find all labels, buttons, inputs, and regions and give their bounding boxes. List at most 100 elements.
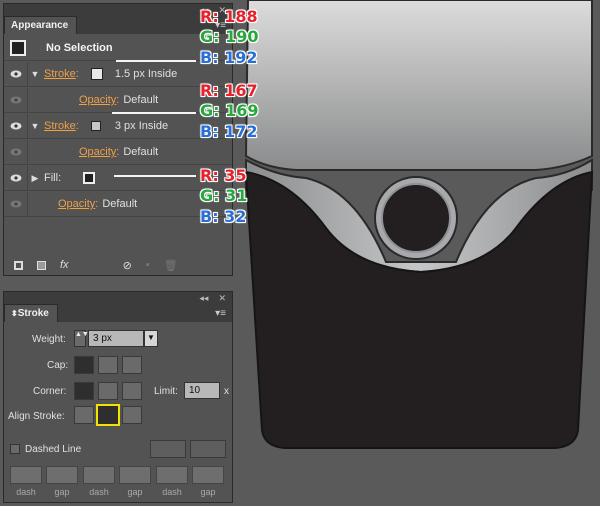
fx-menu-button[interactable]: fx	[60, 259, 69, 271]
duplicate-item-icon[interactable]: ▪	[146, 259, 150, 271]
tab-stroke[interactable]: ⬍Stroke	[4, 304, 58, 322]
bevel-join-button[interactable]	[122, 382, 142, 400]
appearance-row-opacity-3[interactable]: Opacity: Default	[4, 192, 232, 217]
panel-topbar: ◂◂ ✕	[4, 4, 232, 16]
dash-label: dash	[162, 487, 182, 497]
gap-label: gap	[54, 487, 70, 497]
miter-join-button[interactable]	[74, 382, 94, 400]
opacity-value: Default	[123, 94, 159, 106]
dash-label: dash	[16, 487, 36, 497]
appearance-row-stroke-1[interactable]: ▼ Stroke: 1.5 px Inside	[4, 62, 232, 87]
add-stroke-icon[interactable]	[14, 260, 23, 270]
butt-cap-button[interactable]	[74, 356, 94, 374]
chevron-down-icon: ▼	[147, 333, 155, 342]
expand-down-icon[interactable]: ▼	[28, 121, 42, 131]
eye-icon[interactable]	[4, 88, 28, 112]
eye-icon[interactable]	[4, 140, 28, 164]
gap-input-3[interactable]	[192, 466, 224, 484]
stroke-swatch[interactable]	[90, 121, 101, 131]
stroke-panel: ◂◂ ✕ ⬍Stroke ▾≡ Weight: ▲▼ 3 px ▼ Cap: C…	[3, 291, 233, 503]
dash-input-3[interactable]	[156, 466, 188, 484]
stroke-detail: 3 px Inside	[114, 120, 169, 132]
opacity-value: Default	[102, 198, 138, 210]
limit-unit: x	[224, 386, 229, 397]
dash-label: dash	[89, 487, 109, 497]
leader-line-2	[112, 112, 196, 114]
fill-label[interactable]: Fill	[44, 172, 58, 184]
eye-icon[interactable]	[4, 62, 28, 86]
artboard	[236, 0, 600, 506]
dashed-line-checkbox[interactable]	[10, 444, 20, 454]
opacity-label-link[interactable]: Opacity	[58, 198, 95, 210]
weight-input[interactable]: 3 px	[88, 330, 144, 347]
delete-item-icon[interactable]: 🗑	[164, 259, 178, 272]
align-outside-button[interactable]	[122, 406, 142, 424]
expand-right-icon[interactable]: ▶	[28, 173, 42, 184]
cap-shape	[244, 0, 593, 171]
panel-menu-icon[interactable]: ▾≡	[215, 308, 226, 319]
eye-icon[interactable]	[4, 166, 28, 190]
stroke-detail: 1.5 px Inside	[114, 68, 178, 80]
close-icon[interactable]: ✕	[218, 293, 226, 304]
appearance-row-fill[interactable]: ▶ Fill:	[4, 166, 232, 191]
appearance-bottom-bar: fx ⊘ ▪ 🗑	[4, 255, 232, 275]
tab-row: Appearance ▾≡	[4, 16, 232, 34]
appearance-row-stroke-2[interactable]: ▼ Stroke: 3 px Inside	[4, 114, 232, 139]
selection-row: No Selection	[4, 36, 232, 61]
dashed-line-label: Dashed Line	[25, 444, 82, 455]
dash-input-1[interactable]	[10, 466, 42, 484]
weight-dropdown[interactable]: ▼	[144, 330, 158, 347]
callout-g-2: G: 169	[200, 101, 259, 121]
leader-line-3	[114, 175, 196, 177]
stroke-label-link[interactable]: Stroke	[44, 68, 76, 80]
illustration	[244, 0, 594, 449]
opacity-label-link[interactable]: Opacity	[79, 94, 116, 106]
tab-arrows-icon: ⬍	[11, 309, 18, 318]
tab-stroke-label: Stroke	[17, 308, 49, 319]
callout-g-1: G: 190	[200, 27, 259, 47]
round-cap-button[interactable]	[98, 356, 118, 374]
eye-icon[interactable]	[4, 114, 28, 138]
fill-swatch[interactable]	[83, 172, 96, 184]
opacity-label-link[interactable]: Opacity	[79, 146, 116, 158]
add-fill-icon[interactable]	[37, 260, 46, 270]
weight-stepper[interactable]: ▲▼	[74, 330, 89, 347]
stroke-swatch[interactable]	[90, 68, 103, 80]
limit-input[interactable]: 10	[184, 382, 220, 399]
align-dash-button[interactable]	[190, 440, 226, 458]
clear-appearance-icon[interactable]: ⊘	[123, 259, 132, 272]
leader-line-1	[116, 60, 196, 62]
align-center-button[interactable]	[74, 406, 94, 424]
dash-input-2[interactable]	[83, 466, 115, 484]
callout-r-2: R: 167	[200, 81, 259, 101]
gap-label: gap	[127, 487, 143, 497]
appearance-panel: ◂◂ ✕ Appearance ▾≡ No Selection ▼ Stroke…	[3, 3, 233, 276]
appearance-row-opacity-1[interactable]: Opacity: Default	[4, 88, 232, 113]
selection-swatch-icon	[10, 40, 26, 56]
appearance-row-opacity-2[interactable]: Opacity: Default	[4, 140, 232, 165]
gap-input-2[interactable]	[119, 466, 151, 484]
callout-r-3: R: 35	[200, 166, 248, 186]
collapse-icon[interactable]: ◂◂	[199, 293, 208, 304]
callout-b-2: B: 172	[200, 122, 259, 142]
align-inside-button[interactable]	[96, 404, 120, 426]
gap-label: gap	[200, 487, 216, 497]
corner-label: Corner:	[33, 386, 67, 397]
gap-input-1[interactable]	[46, 466, 78, 484]
expand-down-icon[interactable]: ▼	[28, 69, 42, 79]
projecting-cap-button[interactable]	[122, 356, 142, 374]
tab-row: ⬍Stroke ▾≡	[4, 304, 232, 322]
eye-icon[interactable]	[4, 192, 28, 216]
callout-g-3: G: 31	[199, 186, 248, 206]
weight-label: Weight:	[32, 334, 66, 345]
limit-label: Limit:	[154, 386, 178, 397]
round-join-button[interactable]	[98, 382, 118, 400]
tab-appearance[interactable]: Appearance	[4, 16, 78, 34]
panel-topbar: ◂◂ ✕	[4, 292, 232, 304]
stroke-label-link[interactable]: Stroke	[44, 120, 76, 132]
align-stroke-label: Align Stroke:	[8, 411, 65, 422]
callout-b-1: B: 192	[200, 48, 259, 68]
preserve-dash-button[interactable]	[150, 440, 186, 458]
circle-inner	[381, 183, 451, 253]
callout-b-3: B: 32	[199, 207, 247, 227]
